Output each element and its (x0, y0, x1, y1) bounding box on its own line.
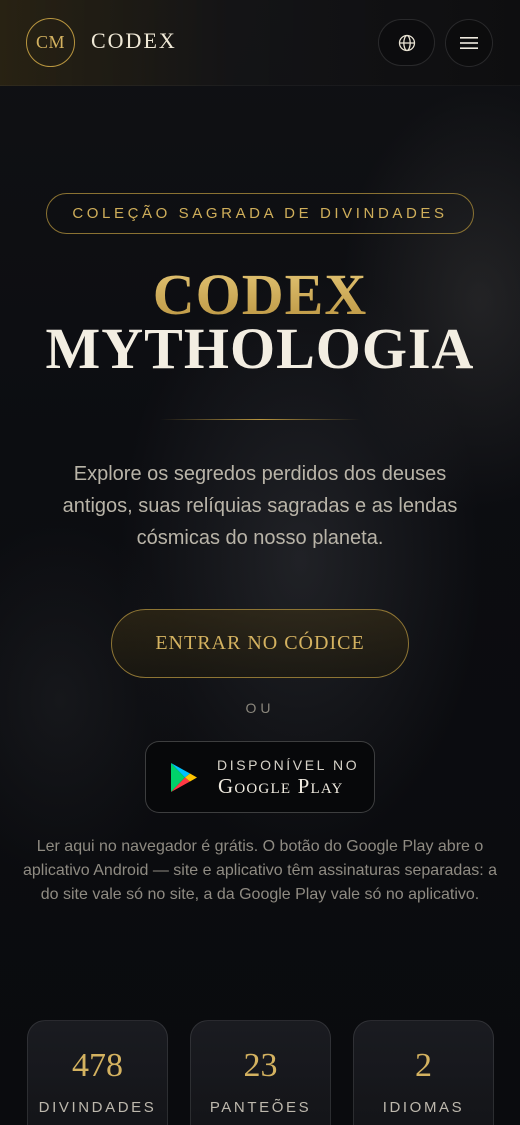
stat-label: IDIOMAS (382, 1099, 465, 1116)
stat-card-idiomas: 2 IDIOMAS (353, 1020, 494, 1125)
language-button[interactable] (378, 19, 435, 66)
google-play-button[interactable]: DISPONÍVEL NO Google Play (145, 741, 375, 813)
stat-value: 23 (243, 1047, 278, 1084)
top-navigation-bar: CM CODEX (0, 0, 520, 86)
stat-label: DIVINDADES (38, 1099, 157, 1116)
hero-background (0, 0, 520, 1125)
logo-emblem[interactable]: CM (26, 18, 75, 67)
subscription-note: Ler aqui no navegador é grátis. O botão … (22, 838, 498, 903)
google-play-small-label: DISPONÍVEL NO (217, 757, 360, 773)
stat-value: 478 (72, 1047, 123, 1084)
hamburger-menu-icon (460, 37, 478, 49)
or-separator: OU (245, 700, 275, 716)
stat-card-divindades: 478 DIVINDADES (27, 1020, 168, 1125)
globe-icon (398, 34, 415, 51)
enter-codex-button[interactable]: ENTRAR NO CÓDICE (111, 609, 409, 678)
google-play-icon (171, 763, 197, 792)
hero-title-line2: MYTHOLOGIA (45, 316, 475, 381)
google-play-big-label: Google Play (218, 774, 344, 798)
brand-name[interactable]: CODEX (91, 28, 177, 54)
stat-card-panteoes: 23 PANTEÕES (190, 1020, 331, 1125)
menu-button[interactable] (445, 19, 493, 67)
stat-label: PANTEÕES (209, 1099, 312, 1116)
hero-description: Explore os segredos perdidos dos deuses … (62, 463, 458, 549)
stat-value: 2 (415, 1047, 432, 1084)
gold-divider (160, 419, 360, 420)
collection-badge: COLEÇÃO SAGRADA DE DIVINDADES (46, 193, 474, 234)
